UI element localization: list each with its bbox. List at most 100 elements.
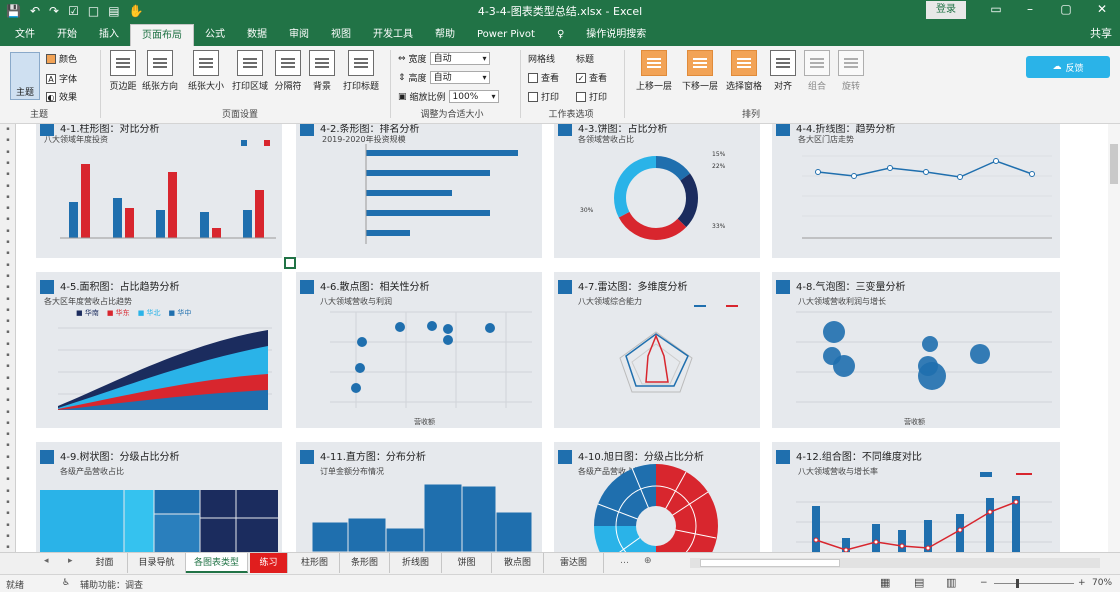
tell-me-search[interactable]: 操作说明搜索 [575,24,657,46]
tab-power-pivot[interactable]: Power Pivot [466,24,546,46]
card-sunburst-chart[interactable]: 4-10.旭日图：分级占比分析 各级产品营收占比 [554,442,760,552]
zoom-out-icon[interactable]: − [980,578,988,588]
card-treemap-chart[interactable]: 4-9.树状图：分级占比分析 各级产品营收占比 [36,442,282,552]
row-number[interactable]: ▪ [1,137,15,143]
align-button[interactable]: 对齐 [768,50,798,92]
card-line-chart[interactable]: 4-4.折线图：趋势分析 各大区门店走势 [772,124,1060,258]
zoom-level[interactable]: 70% [1092,578,1112,588]
row-number[interactable]: ▪ [1,465,15,471]
scrollbar-thumb[interactable] [1110,144,1118,184]
row-number[interactable]: ▪ [1,160,15,166]
gridlines-print-checkbox[interactable]: 打印 [528,90,559,103]
row-number[interactable]: ▪ [1,318,15,324]
row-number[interactable]: ▪ [1,476,15,482]
card-column-chart[interactable]: 4-1.柱形图：对比分析 八大领域年度投资 [36,124,282,258]
tab-view[interactable]: 视图 [320,24,362,46]
height-select[interactable]: 自动 [429,71,490,84]
sheet-tab[interactable]: 封面 [82,553,128,573]
horizontal-scrollbar[interactable] [690,558,1100,568]
undo-icon[interactable]: ↶ [30,4,40,18]
touch-icon[interactable]: ✋ [129,4,144,18]
redo-icon[interactable]: ↷ [49,4,59,18]
row-number[interactable]: ▪ [1,183,15,189]
zoom-slider[interactable] [994,579,1074,588]
zoom-in-icon[interactable]: + [1078,578,1086,588]
colors-button[interactable]: 颜色 [46,52,77,65]
margins-button[interactable]: 页边距 [106,50,140,92]
tab-insert[interactable]: 插入 [88,24,130,46]
row-number[interactable]: ▪ [1,126,15,132]
headings-print-checkbox[interactable]: 打印 [576,90,607,103]
background-button[interactable]: 背景 [306,50,338,92]
size-button[interactable]: 纸张大小 [186,50,226,92]
vertical-scrollbar[interactable] [1108,124,1120,552]
orientation-button[interactable]: 纸张方向 [140,50,180,92]
sheet-tab[interactable]: 散点图 [492,553,544,573]
row-number[interactable]: ▪ [1,386,15,392]
maximize-icon[interactable]: ▢ [1056,2,1076,16]
send-backward-button[interactable]: 下移一层 [678,50,722,92]
card-bar-chart[interactable]: 4-2.条形图：排名分析 2019-2020年投资规模 [296,124,542,258]
new-icon[interactable]: □ [88,4,99,18]
row-number[interactable]: ▪ [1,488,15,494]
row-number[interactable]: ▪ [1,250,15,256]
effects-button[interactable]: ◐ 效果 [46,90,77,103]
card-area-chart[interactable]: 4-5.面积图：占比趋势分析 各大区年度营收占比趋势 ■ 华南 ■ 华东 ■ 华… [36,272,282,428]
row-number[interactable]: ▪ [1,239,15,245]
ribbon-display-icon[interactable]: ▭ [986,2,1006,16]
normal-view-icon[interactable]: ▦ [880,576,890,589]
row-number[interactable]: ▪ [1,510,15,516]
card-histogram-chart[interactable]: 4-11.直方图：分布分析 订单金额分布情况 [296,442,542,552]
group-button[interactable]: 组合 [802,50,832,92]
breaks-button[interactable]: 分隔符 [272,50,304,92]
add-sheet-icon[interactable]: ⊕ [644,556,652,566]
row-number[interactable]: ▪ [1,262,15,268]
feedback-button[interactable]: ☁ 反馈 [1026,56,1110,78]
row-number[interactable]: ▪ [1,273,15,279]
card-donut-chart[interactable]: 4-3.饼图：占比分析 各领域营收占比 15% 22% 33% 30% [554,124,760,258]
row-number[interactable]: ▪ [1,409,15,415]
tab-scroll-left-icon[interactable]: ◂ [44,556,49,566]
page-break-view-icon[interactable]: ▥ [946,576,956,589]
login-button[interactable]: 登录 [926,1,966,19]
row-headers[interactable]: ▪ ▪ ▪ ▪ ▪ ▪ ▪ ▪ ▪ ▪ ▪ ▪ ▪ ▪ ▪ ▪ ▪ ▪ ▪ ▪ ▪ ▪ ▪ ▪ ▪ ▪ ▪ ▪ ▪ ▪ ▪ ▪ ▪ ▪ ▪ ▪ ▪ ▪ [0,124,16,552]
row-number[interactable]: ▪ [1,352,15,358]
row-number[interactable]: ▪ [1,454,15,460]
row-number[interactable]: ▪ [1,307,15,313]
row-number[interactable]: ▪ [1,216,15,222]
row-number[interactable]: ▪ [1,442,15,448]
row-number[interactable]: ▪ [1,171,15,177]
row-number[interactable]: ▪ [1,228,15,234]
print-titles-button[interactable]: 打印标题 [340,50,382,92]
selection-pane-button[interactable]: 选择窗格 [722,50,766,92]
worksheet[interactable]: ▪ ▪ ▪ ▪ ▪ ▪ ▪ ▪ ▪ ▪ ▪ ▪ ▪ ▪ ▪ ▪ ▪ ▪ ▪ ▪ ▪ ▪ ▪ ▪ ▪ ▪ ▪ ▪ ▪ ▪ ▪ ▪ ▪ ▪ ▪ ▪ ▪ ▪ 4… [0,124,1120,552]
row-number[interactable]: ▪ [1,544,15,550]
card-combo-chart[interactable]: 4-12.组合图：不同维度对比 八大领域营收与增长率 [772,442,1060,552]
save-icon[interactable]: 💾 [6,4,21,18]
headings-view-checkbox[interactable]: ✓ 查看 [576,71,607,84]
width-select[interactable]: 自动 [429,52,490,65]
row-number[interactable]: ▪ [1,397,15,403]
zoom-slider-thumb[interactable] [1016,579,1019,588]
accessibility-status[interactable]: 辅助功能：调查 [80,578,143,591]
card-scatter-chart[interactable]: 4-6.散点图：相关性分析 八大领域营收与利润 营收额 [296,272,542,428]
tab-developer[interactable]: 开发工具 [362,24,424,46]
close-icon[interactable]: ✕ [1092,2,1112,16]
rotate-button[interactable]: 旋转 [836,50,866,92]
tab-file[interactable]: 文件 [4,24,46,46]
page-layout-view-icon[interactable]: ▤ [914,576,924,589]
row-number[interactable]: ▪ [1,194,15,200]
print-area-button[interactable]: 打印区域 [230,50,270,92]
tab-scroll-right-icon[interactable]: ▸ [68,556,73,566]
tab-data[interactable]: 数据 [236,24,278,46]
row-number[interactable]: ▪ [1,296,15,302]
gridlines-view-checkbox[interactable]: 查看 [528,71,559,84]
row-number[interactable]: ▪ [1,363,15,369]
scale-input[interactable]: 100% [448,90,499,103]
active-cell[interactable] [284,257,296,269]
sheet-tab-active[interactable]: 各图表类型 [186,553,248,573]
tab-help[interactable]: 帮助 [424,24,466,46]
bring-forward-button[interactable]: 上移一层 [632,50,676,92]
card-radar-chart[interactable]: 4-7.雷达图：多维度分析 八大领域综合能力 [554,272,760,428]
tab-home[interactable]: 开始 [46,24,88,46]
